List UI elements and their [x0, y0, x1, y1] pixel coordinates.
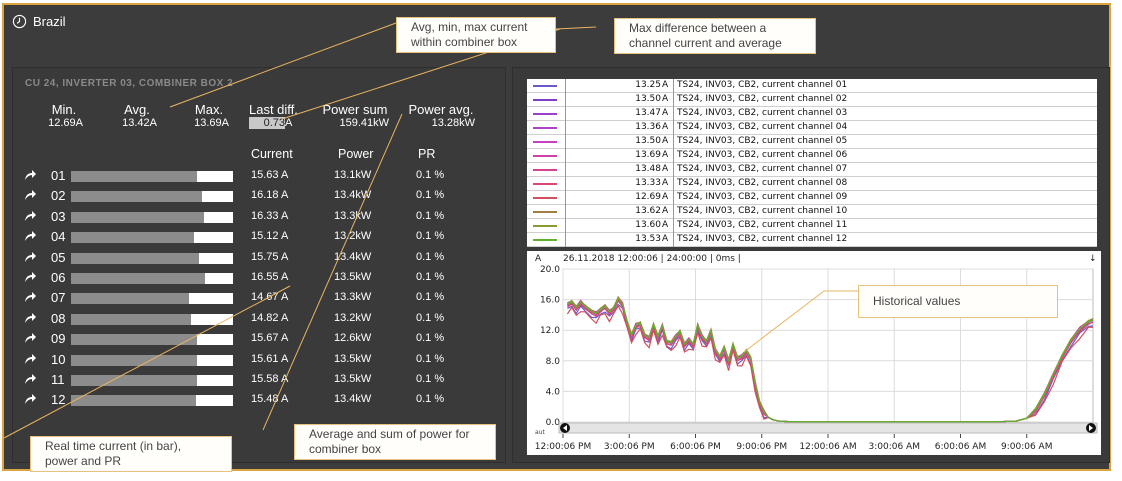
callout-avg-min-max: Avg, min, max current within combiner bo…: [396, 17, 556, 53]
callout-max-diff: Max difference between a channel current…: [614, 18, 816, 54]
callout-historical: Historical values: [858, 285, 1058, 318]
callout-avg-sum-power: Average and sum of power for combiner bo…: [294, 424, 496, 460]
callout-lines: [3, 22, 858, 439]
callout-realtime: Real time current (in bar), power and PR: [30, 436, 232, 472]
